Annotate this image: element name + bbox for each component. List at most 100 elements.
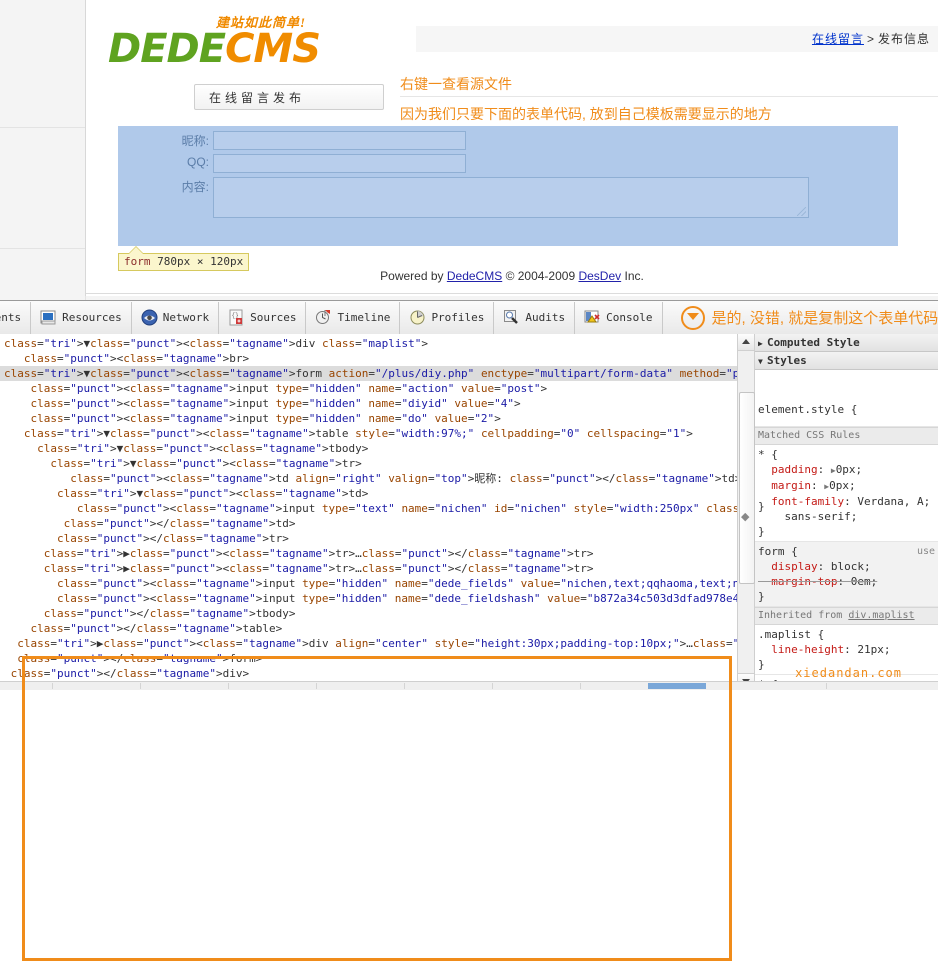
qq-input[interactable] [213,154,466,173]
dom-tree-line[interactable]: class="punct"></class="tagname">tr> [0,531,737,546]
timeline-icon [315,309,332,326]
dom-tree-line[interactable]: class="tri">▼class="punct"><class="tagna… [0,426,737,441]
dom-tree-line[interactable]: class="punct"></class="tagname">tbody> [0,606,737,621]
status-segment [706,683,827,689]
dedecms-logo[interactable]: 建站如此简单! DEDECMS [108,12,338,72]
sources-icon: {} [228,309,245,326]
dom-tree-line[interactable]: class="tri">▼class="punct"><class="tagna… [0,456,737,471]
dom-tree-line[interactable]: class="punct"><class="tagname">input typ… [0,501,737,516]
css-value: 0px; [829,479,856,492]
css-declaration[interactable]: font-family: Verdana, A; [758,494,935,509]
dom-tree-line[interactable]: class="punct"></class="tagname">form> [0,651,737,666]
tab-audits[interactable]: Audits [494,301,576,334]
breadcrumb-link-guestbook[interactable]: 在线留言 [812,32,864,46]
dom-tree-line[interactable]: class="punct"></class="tagname">td> [0,516,737,531]
qq-label: QQ: [186,155,209,169]
tab-console-label: Console [606,311,653,324]
matched-css-rules-header: Matched CSS Rules [755,427,938,445]
dom-tree-line[interactable]: class="punct"></class="tagname">table> [0,621,737,636]
styles-sidebar[interactable]: ▶ Computed Style ▼ Styles element.style { … [755,334,938,690]
tab-resources-label: Resources [62,311,122,324]
tab-network-label: Network [162,311,210,324]
css-property: line-height [771,643,845,656]
tab-network[interactable]: Network [132,301,220,334]
dom-tree-line[interactable]: class="punct"><class="tagname">input typ… [0,411,737,426]
status-segment [580,683,649,689]
tooltip-height: 120px [210,255,244,268]
tab-elements[interactable]: ments [0,301,32,334]
dom-tree-line[interactable]: class="punct"><class="tagname">input typ… [0,396,737,411]
nickname-input[interactable] [213,131,466,150]
dom-tree[interactable]: class="tri">▼class="punct"><class="tagna… [0,334,737,690]
notice-divider [400,96,938,97]
styles-section-header[interactable]: ▼ Styles [755,352,938,370]
site-header: 建站如此简单! DEDECMS 在线留言 > 发布信息 右键一查看源文件 因为我们只… [86,0,938,126]
css-selector: * { [758,448,778,461]
tab-console[interactable]: Console [575,301,663,334]
breadcrumb: 在线留言 > 发布信息 [416,26,938,52]
dom-tree-scrollbar[interactable]: ◆ [737,334,755,690]
dom-tree-line[interactable]: class="tri">▼class="punct"><class="tagna… [0,366,737,381]
dom-tree-line[interactable]: class="punct"><class="tagname">input typ… [0,576,737,591]
dom-tree-line[interactable]: class="tri">▼class="punct"><class="tagna… [0,486,737,501]
dom-tree-line[interactable]: class="tri">▶class="punct"><class="tagna… [0,546,737,561]
dom-tree-line[interactable]: class="punct"><class="tagname">br> [0,351,737,366]
dom-tree-line[interactable]: class="tri">▼class="punct"><class="tagna… [0,441,737,456]
styles-label: Styles [767,354,807,367]
css-selector: .maplist { [758,628,825,641]
status-segment [228,683,317,689]
element-style-rule[interactable]: element.style { } [755,370,938,513]
scroll-up-arrow[interactable] [738,334,754,351]
css-declaration[interactable]: margin-top: 0em; [758,574,935,589]
dom-tree-line[interactable]: class="tri">▶class="punct"><class="tagna… [0,636,737,651]
console-icon [584,309,601,326]
css-declaration[interactable]: padding: ▶0px; [758,462,935,478]
panel-splitter-handle[interactable]: ◆ [741,512,749,523]
scroll-thumb[interactable] [739,392,755,584]
footer-link-dedecms[interactable]: DedeCMS [447,269,502,283]
tab-sources[interactable]: {} Sources [219,301,307,334]
footer-link-desdev[interactable]: DesDev [578,269,621,283]
devtools-toolbar: ments Resources Network {} Sources Timel… [0,301,938,335]
dom-tree-line[interactable]: class="tri">▼class="punct"><class="tagna… [0,336,737,351]
annotation-banner-text: 是的, 没错, 就是复制这个表单代码了 [711,310,938,327]
tooltip-width: 780px [157,255,191,268]
css-property: display [771,560,818,573]
logo-cms-text: CMS [225,26,321,72]
computed-style-label: Computed Style [767,336,860,349]
svg-text:{}: {} [232,312,239,319]
dom-tree-line[interactable]: class="punct"><class="tagname">input typ… [0,591,737,606]
network-icon [141,309,158,326]
status-segment [0,683,53,689]
tooltip-arrow [129,247,143,254]
status-segment [140,683,229,689]
dom-tree-line[interactable]: class="tri">▶class="punct"><class="tagna… [0,561,737,576]
tab-profiles[interactable]: Profiles [400,301,495,334]
css-rule[interactable]: form {use display: block; margin-top: 0e… [755,542,938,607]
logo-wordmark: DEDECMS [108,26,321,72]
tooltip-tag-name: form [124,255,151,268]
footer-prefix: Powered by [380,269,444,283]
dom-tree-line[interactable]: class="punct"><class="tagname">td align=… [0,471,737,486]
annotation-banner: 是的, 没错, 就是复制这个表单代码了 [680,305,938,330]
stylesheet-origin: use [916,546,935,557]
tab-elements-label: ments [0,311,22,324]
inherited-from-header: Inherited from div.maplist [755,607,938,625]
footer-divider [86,293,938,294]
css-value: block; [830,560,871,573]
breadcrumb-current: 发布信息 [877,32,930,46]
textarea-resize-grip[interactable] [797,207,806,216]
css-rule[interactable]: * { padding: ▶0px; margin: ▶0px; font-fa… [755,445,938,542]
computed-style-section-header[interactable]: ▶ Computed Style [755,334,938,352]
css-value: 0em; [850,575,878,588]
tab-timeline[interactable]: Timeline [306,301,401,334]
inherited-from-link[interactable]: div.maplist [848,610,914,621]
css-declaration[interactable]: margin: ▶0px; [758,478,935,494]
content-textarea[interactable] [213,177,809,218]
dom-tree-line[interactable]: class="punct"><class="tagname">input typ… [0,381,737,396]
css-declaration[interactable]: line-height: 21px; [758,642,935,657]
css-declaration[interactable]: display: block; [758,559,935,574]
dom-tree-line[interactable]: class="punct"></class="tagname">div> [0,666,737,681]
css-rule-close: } [758,590,765,603]
tab-resources[interactable]: Resources [31,301,132,334]
